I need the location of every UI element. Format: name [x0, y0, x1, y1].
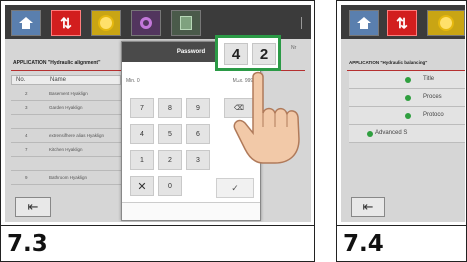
settings-tab[interactable] — [131, 10, 161, 36]
key-7[interactable]: 7 — [130, 98, 154, 118]
key-1[interactable]: 1 — [130, 150, 154, 170]
row-number: 4 — [25, 133, 28, 138]
row-number: 9 — [25, 175, 28, 180]
list-item[interactable]: Title — [349, 71, 465, 89]
cancel-key[interactable]: ✕ — [130, 176, 154, 196]
key-9[interactable]: 9 — [186, 98, 210, 118]
home-icon — [19, 17, 33, 29]
row-number: 7 — [25, 147, 28, 152]
gear-icon — [140, 17, 152, 29]
figure-number: 7.3 — [7, 231, 48, 257]
device-screen: ⇅ APPLICATION "Hydraulic balancing" Titl… — [341, 5, 465, 222]
pointing-hand-icon — [233, 71, 300, 164]
menu-icon[interactable] — [301, 17, 305, 29]
table-header: No. Name — [11, 75, 121, 85]
sun-icon — [100, 17, 112, 29]
home-tab[interactable] — [11, 10, 41, 36]
list-item[interactable]: Proces — [349, 89, 465, 107]
figure-number: 7.4 — [343, 231, 384, 257]
status-ok-icon — [405, 113, 411, 119]
key-8[interactable]: 8 — [158, 98, 182, 118]
column-no-header: No. — [16, 77, 26, 83]
key-4[interactable]: 4 — [130, 124, 154, 144]
application-title: APPLICATION "Hydraulic balancing" — [349, 60, 428, 65]
digit-display: 4 — [224, 43, 248, 65]
dialog-footer — [122, 202, 260, 220]
digit-display: 2 — [252, 43, 276, 65]
caption-bar: 7.4 — [337, 225, 466, 261]
key-0[interactable]: 0 — [158, 176, 182, 196]
key-2[interactable]: 2 — [158, 150, 182, 170]
exit-arrow-icon: ⇤ — [27, 199, 39, 214]
list-item[interactable]: Advanced S — [349, 125, 465, 143]
hydraulic-tab[interactable]: ⇅ — [51, 10, 81, 36]
top-toolbar: ⇅ — [341, 5, 465, 39]
manual-figure: ⇅ APPLICATION "Hydraulic alignment" No. … — [0, 0, 467, 262]
status-ok-icon — [405, 95, 411, 101]
key-5[interactable]: 5 — [158, 124, 182, 144]
status-ok-icon — [367, 131, 373, 137]
exit-arrow-icon: ⇤ — [362, 199, 374, 214]
table-row[interactable]: 9 Bathroom Hyaklign — [11, 171, 121, 185]
row-number: 3 — [25, 105, 28, 110]
back-button[interactable]: ⇤ — [15, 197, 51, 217]
row-name: Bathroom Hyaklign — [49, 175, 88, 180]
table-row[interactable]: 7 Kitchen Hyaklign — [11, 143, 121, 157]
application-header: APPLICATION "Hydraulic balancing" — [347, 59, 465, 71]
top-toolbar: ⇅ — [5, 5, 311, 39]
row-name: Basement Hyaklign — [49, 91, 88, 96]
table-row[interactable]: 2 Basement Hyaklign — [11, 87, 121, 101]
min-value-label: Min. 0 — [126, 78, 140, 84]
side-label: Nr — [291, 45, 297, 51]
list-item-label: Proces — [423, 94, 442, 100]
caption-bar: 7.3 — [1, 225, 314, 261]
row-number: 2 — [25, 91, 28, 96]
list-item-label: Title — [423, 76, 435, 82]
swap-arrows-icon: ⇅ — [60, 15, 72, 31]
device-screen: ⇅ APPLICATION "Hydraulic alignment" No. … — [5, 5, 311, 222]
list-item[interactable]: Protoco — [349, 107, 465, 125]
sun-icon — [440, 17, 452, 29]
list-item-label: Protoco — [423, 112, 444, 118]
key-3[interactable]: 3 — [186, 150, 210, 170]
document-tab[interactable] — [171, 10, 201, 36]
column-name-header: Name — [50, 77, 67, 83]
table-row[interactable]: 4 extrensifhere alias Hyaklign — [11, 129, 121, 143]
table-row[interactable] — [11, 115, 121, 129]
status-ok-icon — [405, 77, 411, 83]
swap-arrows-icon: ⇅ — [396, 15, 408, 31]
home-tab[interactable] — [349, 10, 379, 36]
row-name: extrensifhere alias Hyaklign — [49, 133, 105, 138]
key-6[interactable]: 6 — [186, 124, 210, 144]
light-tab[interactable] — [91, 10, 121, 36]
hydraulic-tab[interactable]: ⇅ — [387, 10, 417, 36]
back-button[interactable]: ⇤ — [351, 197, 385, 217]
light-tab[interactable] — [427, 10, 465, 36]
table-row[interactable]: 3 Garden Hyaklign — [11, 101, 121, 115]
table-row[interactable] — [11, 157, 121, 171]
figure-panel-7-3: ⇅ APPLICATION "Hydraulic alignment" No. … — [0, 0, 315, 262]
application-title: APPLICATION "Hydraulic alignment" — [13, 60, 101, 66]
home-icon — [357, 17, 371, 29]
row-name: Kitchen Hyaklign — [49, 147, 83, 152]
entered-digits-callout: 4 2 — [215, 35, 281, 71]
row-name: Garden Hyaklign — [49, 105, 83, 110]
figure-panel-7-4: ⇅ APPLICATION "Hydraulic balancing" Titl… — [336, 0, 467, 262]
confirm-key[interactable]: ✓ — [216, 178, 254, 198]
document-icon — [180, 16, 192, 30]
list-item-label: Advanced S — [375, 130, 408, 136]
